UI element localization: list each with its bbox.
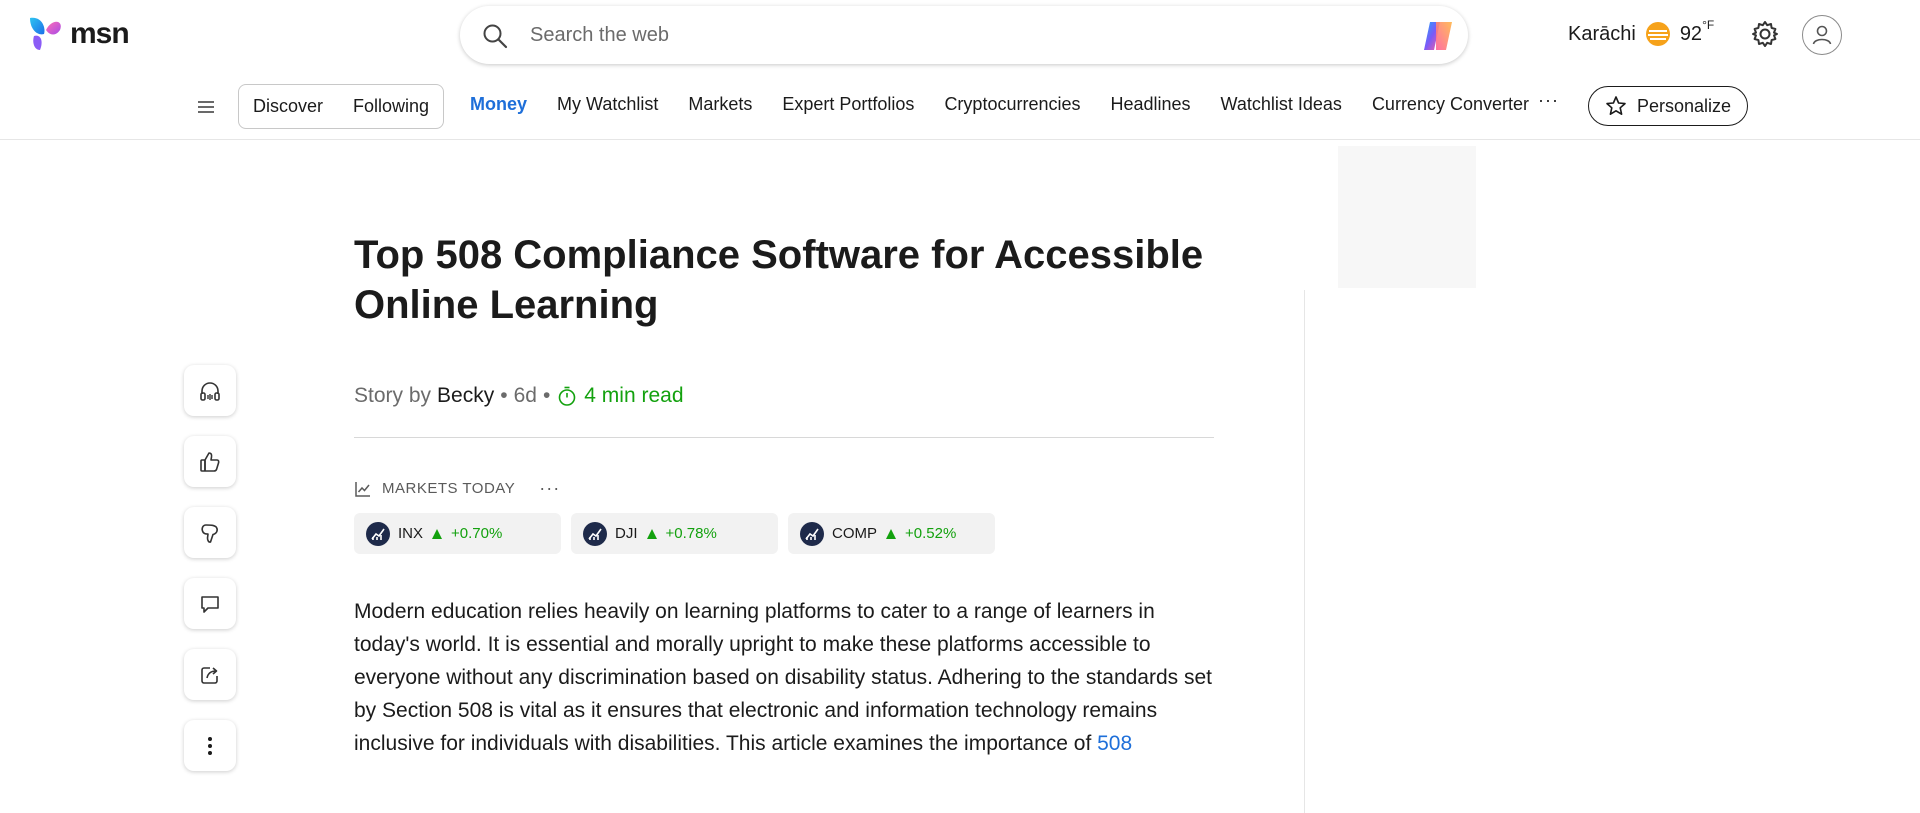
copilot-icon[interactable]: [1420, 19, 1456, 53]
article-age: 6d: [513, 384, 537, 407]
search-input[interactable]: [530, 20, 1350, 50]
nav-my-watchlist[interactable]: My Watchlist: [557, 94, 658, 115]
trend-chart-icon: [355, 481, 370, 497]
ticker-symbol: DJI: [615, 525, 638, 542]
ticker-change: +0.78%: [665, 525, 717, 542]
dislike-button[interactable]: [184, 507, 236, 558]
nav-cryptocurrencies[interactable]: Cryptocurrencies: [944, 94, 1080, 115]
nav-markets[interactable]: Markets: [688, 94, 752, 115]
weather-widget[interactable]: Karāchi 92°F: [1568, 17, 1715, 48]
read-time-label: 4 min read: [584, 384, 684, 407]
listen-button[interactable]: [184, 365, 236, 416]
nav-watchlist-ideas[interactable]: Watchlist Ideas: [1221, 94, 1342, 115]
ticker-change: +0.52%: [905, 525, 957, 542]
top-bar: msn Karāchi 92°: [0, 0, 1920, 72]
menu-icon[interactable]: [196, 97, 216, 117]
up-arrow-icon: [432, 528, 443, 539]
weather-temp: 92°F: [1679, 17, 1715, 45]
byline-separator: •: [542, 384, 551, 407]
article-body-text: Modern education relies heavily on learn…: [354, 600, 1212, 755]
markets-today-label: MARKETS TODAY: [382, 480, 516, 497]
msn-logo[interactable]: msn: [26, 14, 130, 54]
more-vertical-icon: [208, 736, 212, 755]
ticker-card[interactable]: INX +0.70%: [354, 513, 561, 554]
section-508-link[interactable]: 508: [1097, 732, 1132, 755]
up-arrow-icon: [646, 528, 657, 539]
index-chart-icon: [800, 521, 824, 546]
ticker-card[interactable]: COMP +0.52%: [788, 513, 995, 554]
timer-icon: [558, 386, 576, 406]
logo-text: msn: [70, 17, 130, 50]
markets-today-header: MARKETS TODAY ···: [354, 478, 560, 499]
search-icon: [483, 24, 508, 49]
nav-money[interactable]: Money: [470, 94, 527, 115]
article-action-rail: [184, 365, 236, 771]
gear-icon[interactable]: [1750, 19, 1780, 49]
nav-more-button[interactable]: ···: [1538, 90, 1559, 111]
comment-icon: [201, 595, 219, 613]
profile-avatar[interactable]: [1802, 15, 1842, 55]
thumbs-up-icon: [200, 451, 220, 472]
byline-separator: •: [500, 384, 508, 407]
ticker-symbol: COMP: [832, 525, 877, 542]
comment-button[interactable]: [184, 578, 236, 629]
header-divider: [354, 437, 1214, 438]
thumbs-down-icon: [201, 523, 218, 543]
star-sparkle-icon: [1606, 96, 1626, 115]
personalize-label: Personalize: [1637, 95, 1732, 116]
more-options-button[interactable]: [184, 720, 236, 771]
ticker-strip: INX +0.70% DJI +0.78% COMP +0.52%: [354, 513, 995, 554]
share-button[interactable]: [184, 649, 236, 700]
article-body: Modern education relies heavily on learn…: [354, 595, 1214, 760]
personalize-button[interactable]: Personalize: [1588, 86, 1749, 126]
tab-discover[interactable]: Discover: [253, 96, 323, 117]
headphones-icon: [200, 381, 220, 401]
sun-haze-icon: [1645, 22, 1670, 46]
feed-toggle: Discover Following: [238, 84, 445, 129]
author-link[interactable]: Becky: [437, 384, 494, 408]
nav-expert-portfolios[interactable]: Expert Portfolios: [782, 94, 914, 115]
user-icon: [1812, 25, 1832, 45]
temp-unit: °F: [1702, 17, 1715, 32]
article: Top 508 Compliance Software for Accessib…: [354, 230, 1214, 755]
markets-more-button[interactable]: ···: [539, 478, 560, 499]
nav-bar: Discover Following Money My Watchlist Ma…: [0, 80, 1920, 140]
tab-following[interactable]: Following: [353, 96, 429, 117]
index-chart-icon: [583, 521, 607, 546]
nav-headlines[interactable]: Headlines: [1110, 94, 1190, 115]
ticker-card[interactable]: DJI +0.78%: [571, 513, 778, 554]
read-time: 4 min read: [556, 384, 684, 408]
share-icon: [201, 666, 218, 684]
category-nav: Money My Watchlist Markets Expert Portfo…: [470, 94, 1529, 115]
byline-prefix: Story by: [354, 384, 432, 407]
search-bar[interactable]: [460, 6, 1468, 64]
index-chart-icon: [366, 521, 390, 546]
like-button[interactable]: [184, 436, 236, 487]
weather-city: Karāchi: [1568, 22, 1636, 45]
article-byline: Story by Becky • 6d • 4 min read: [354, 384, 1214, 408]
butterfly-logo-icon: [30, 17, 61, 50]
article-title: Top 508 Compliance Software for Accessib…: [354, 233, 1204, 327]
column-divider: [1304, 290, 1305, 813]
up-arrow-icon: [886, 528, 896, 539]
ticker-change: +0.70%: [451, 525, 503, 542]
ticker-symbol: INX: [398, 525, 424, 542]
nav-currency-converter[interactable]: Currency Converter: [1372, 94, 1529, 115]
ad-placeholder: [1338, 146, 1476, 288]
